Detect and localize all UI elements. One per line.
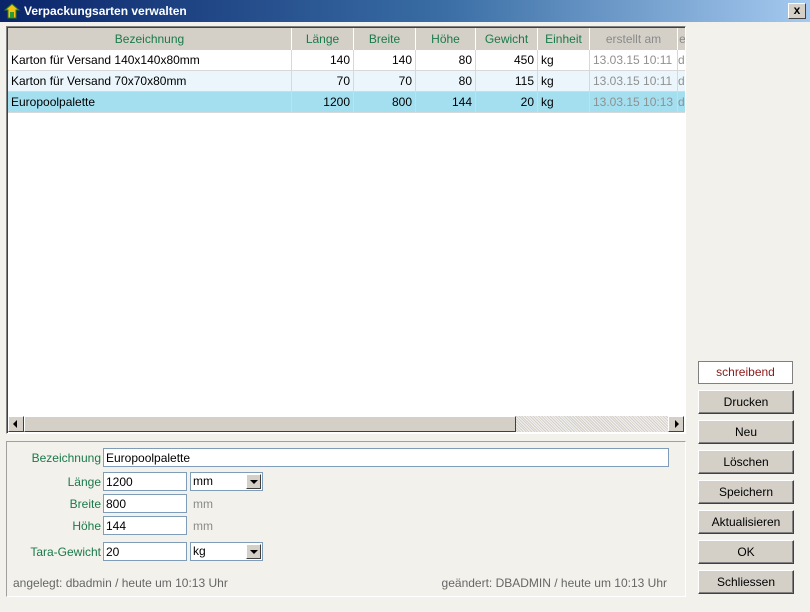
laenge-unit-value: mm — [193, 474, 213, 488]
laenge-unit-select[interactable]: mm — [190, 472, 263, 491]
laenge-input[interactable] — [103, 472, 187, 491]
breite-label: Breite — [69, 497, 101, 511]
cell-bezeichnung: Karton für Versand 140x140x80mm — [8, 50, 292, 70]
cell-bezeichnung: Europoolpalette — [8, 92, 292, 112]
packaging-grid: Bezeichnung Länge Breite Höhe Gewicht Ei… — [6, 26, 686, 434]
table-row-selected[interactable]: Europoolpalette 1200 800 144 20 kg 13.03… — [8, 92, 685, 113]
cell-e: d — [678, 50, 685, 70]
table-row[interactable]: Karton für Versand 70x70x80mm 70 70 80 1… — [8, 71, 685, 92]
breite-input[interactable] — [103, 494, 187, 513]
tara-gewicht-input[interactable] — [103, 542, 187, 561]
cell-erstellt: 13.03.15 10:13 — [590, 92, 678, 112]
grid-header: Bezeichnung Länge Breite Höhe Gewicht Ei… — [8, 28, 685, 50]
column-header-breite[interactable]: Breite — [354, 28, 416, 50]
modified-info: geändert: DBADMIN / heute um 10:13 Uhr — [441, 576, 667, 590]
grid-rows: Karton für Versand 140x140x80mm 140 140 … — [8, 50, 685, 113]
app-icon — [4, 3, 20, 19]
close-button[interactable]: x — [788, 3, 806, 19]
cell-breite: 140 — [354, 50, 416, 70]
tara-unit-value: kg — [193, 544, 206, 558]
cell-breite: 70 — [354, 71, 416, 91]
breite-unit: mm — [193, 497, 213, 511]
tara-gewicht-label: Tara-Gewicht — [30, 545, 101, 559]
tara-unit-select[interactable]: kg — [190, 542, 263, 561]
status-badge: schreibend — [698, 361, 793, 384]
column-header-gewicht[interactable]: Gewicht — [476, 28, 538, 50]
chevron-down-icon[interactable] — [246, 544, 261, 559]
close-icon: x — [793, 3, 801, 17]
laenge-label: Länge — [67, 475, 101, 489]
cell-erstellt: 13.03.15 10:11 — [590, 50, 678, 70]
detail-form: Bezeichnung Länge mm Breite mm Höhe mm T… — [6, 441, 686, 597]
drucken-button[interactable]: Drucken — [698, 390, 794, 414]
column-header-laenge[interactable]: Länge — [292, 28, 354, 50]
ok-button[interactable]: OK — [698, 540, 794, 564]
hoehe-input[interactable] — [103, 516, 187, 535]
cell-laenge: 70 — [292, 71, 354, 91]
cell-einheit: kg — [538, 50, 590, 70]
chevron-down-icon[interactable] — [246, 474, 261, 489]
cell-einheit: kg — [538, 71, 590, 91]
cell-hoehe: 144 — [416, 92, 476, 112]
cell-erstellt: 13.03.15 10:11 — [590, 71, 678, 91]
column-header-e[interactable]: e — [678, 28, 685, 50]
cell-hoehe: 80 — [416, 71, 476, 91]
column-header-erstellt[interactable]: erstellt am — [590, 28, 678, 50]
loeschen-button[interactable]: Löschen — [698, 450, 794, 474]
cell-hoehe: 80 — [416, 50, 476, 70]
hoehe-label: Höhe — [72, 519, 101, 533]
cell-laenge: 1200 — [292, 92, 354, 112]
cell-gewicht: 20 — [476, 92, 538, 112]
column-header-einheit[interactable]: Einheit — [538, 28, 590, 50]
cell-e: d — [678, 71, 685, 91]
cell-gewicht: 450 — [476, 50, 538, 70]
cell-gewicht: 115 — [476, 71, 538, 91]
title-bar: Verpackungsarten verwalten x — [0, 0, 810, 22]
cell-laenge: 140 — [292, 50, 354, 70]
column-header-hoehe[interactable]: Höhe — [416, 28, 476, 50]
speichern-button[interactable]: Speichern — [698, 480, 794, 504]
aktualisieren-button[interactable]: Aktualisieren — [698, 510, 794, 534]
neu-button[interactable]: Neu — [698, 420, 794, 444]
schliessen-button[interactable]: Schliessen — [698, 570, 794, 594]
arrow-right-icon — [675, 420, 679, 428]
bezeichnung-input[interactable] — [103, 448, 669, 467]
cell-e: d — [678, 92, 685, 112]
created-info: angelegt: dbadmin / heute um 10:13 Uhr — [13, 576, 228, 590]
cell-bezeichnung: Karton für Versand 70x70x80mm — [8, 71, 292, 91]
scrollbar-thumb[interactable] — [24, 416, 516, 432]
cell-breite: 800 — [354, 92, 416, 112]
bezeichnung-label: Bezeichnung — [31, 451, 101, 465]
table-row[interactable]: Karton für Versand 140x140x80mm 140 140 … — [8, 50, 685, 71]
arrow-left-icon — [13, 420, 17, 428]
horizontal-scrollbar[interactable] — [8, 416, 684, 432]
hoehe-unit: mm — [193, 519, 213, 533]
window-title: Verpackungsarten verwalten — [24, 4, 187, 18]
scroll-right-button[interactable] — [668, 416, 684, 432]
cell-einheit: kg — [538, 92, 590, 112]
scroll-left-button[interactable] — [8, 416, 24, 432]
column-header-bezeichnung[interactable]: Bezeichnung — [8, 28, 292, 50]
